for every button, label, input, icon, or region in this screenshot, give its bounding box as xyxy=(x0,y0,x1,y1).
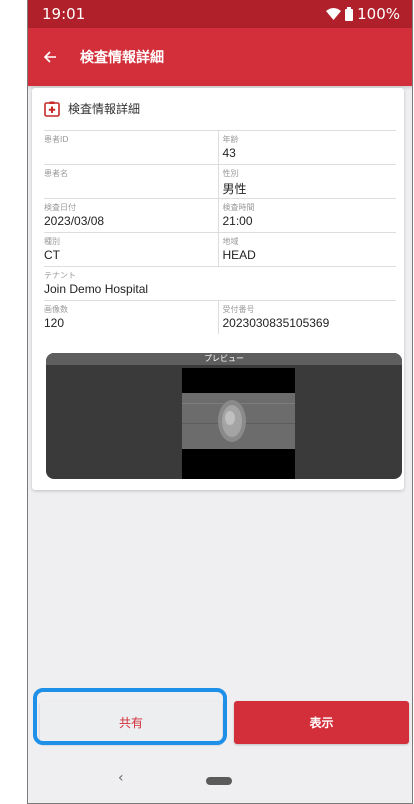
info-row: 画像数 120 受付番号 2023030835105369 xyxy=(44,300,396,334)
field-value: 2023/03/08 xyxy=(44,214,105,228)
field-label: 画像数 xyxy=(44,305,68,314)
field-value: 21:00 xyxy=(222,214,253,228)
field-label: テナント xyxy=(44,271,76,280)
preview-label: プレビュー xyxy=(46,353,402,365)
field-value: 2023030835105369 xyxy=(222,316,330,330)
status-bar: 19:01 100% xyxy=(28,0,412,28)
patient-name-cell: 患者名 xyxy=(44,165,218,198)
share-button-label: 共有 xyxy=(118,716,143,730)
nav-back-button[interactable]: ‹ xyxy=(118,770,124,786)
view-button[interactable]: 表示 xyxy=(234,701,409,744)
battery-icon xyxy=(345,7,354,21)
medical-kit-icon xyxy=(44,101,60,117)
field-value: 43 xyxy=(222,146,236,160)
share-button[interactable]: 共有 xyxy=(40,701,222,744)
system-nav-bar: ‹ xyxy=(28,758,412,803)
status-time: 19:01 xyxy=(42,5,86,23)
phone-frame: 19:01 100% 検査情報詳細 検査情報詳細 患者ID 年齢 43 患者名 … xyxy=(27,0,413,804)
field-label: 地域 xyxy=(222,237,239,246)
age-cell: 年齢 43 xyxy=(217,131,397,164)
field-label: 年齢 xyxy=(222,135,239,144)
back-button[interactable] xyxy=(36,43,64,71)
status-icons: 100% xyxy=(326,5,400,23)
head-scan-image xyxy=(182,393,295,449)
field-value: 120 xyxy=(44,316,65,330)
field-label: 受付番号 xyxy=(222,305,255,314)
tenant-cell: テナント Join Demo Hospital xyxy=(44,267,396,300)
field-label: 検査日付 xyxy=(44,203,76,212)
page-title: 検査情報詳細 xyxy=(80,50,164,66)
card-header: 検査情報詳細 xyxy=(44,100,140,117)
ct-scan-thumbnail xyxy=(182,368,295,479)
nav-home-pill[interactable] xyxy=(206,777,232,785)
scan-area xyxy=(182,393,295,449)
field-value: HEAD xyxy=(222,248,256,262)
modality-cell: 種別 CT xyxy=(44,233,218,266)
exam-date-cell: 検査日付 2023/03/08 xyxy=(44,199,218,232)
accession-number-cell: 受付番号 2023030835105369 xyxy=(217,301,397,334)
region-cell: 地域 HEAD xyxy=(217,233,397,266)
info-row: 患者名 性別 男性 xyxy=(44,164,396,198)
image-count-cell: 画像数 120 xyxy=(44,301,218,334)
card-title: 検査情報詳細 xyxy=(68,102,141,116)
app-bar: 検査情報詳細 xyxy=(28,28,412,86)
sex-cell: 性別 男性 xyxy=(217,165,397,198)
arrow-left-icon xyxy=(43,51,56,63)
field-label: 患者ID xyxy=(44,135,69,144)
patient-id-cell: 患者ID xyxy=(44,131,218,164)
image-preview[interactable]: プレビュー xyxy=(46,353,402,479)
info-row: 検査日付 2023/03/08 検査時間 21:00 xyxy=(44,198,396,232)
field-value: 男性 xyxy=(222,182,247,196)
info-row: 種別 CT 地域 HEAD xyxy=(44,232,396,266)
exam-detail-card: 検査情報詳細 患者ID 年齢 43 患者名 性別 男性 検査日付 2023/03… xyxy=(32,88,404,490)
info-row: テナント Join Demo Hospital xyxy=(44,266,396,300)
info-row: 患者ID 年齢 43 xyxy=(44,130,396,164)
field-value: CT xyxy=(44,248,60,262)
field-value: Join Demo Hospital xyxy=(44,282,149,296)
exam-info-grid: 患者ID 年齢 43 患者名 性別 男性 検査日付 2023/03/08 検査時… xyxy=(44,130,396,334)
view-button-label: 表示 xyxy=(309,716,334,730)
field-label: 患者名 xyxy=(44,169,68,178)
wifi-icon xyxy=(326,8,342,20)
battery-percent: 100% xyxy=(357,5,400,23)
field-label: 種別 xyxy=(44,237,60,246)
exam-time-cell: 検査時間 21:00 xyxy=(217,199,397,232)
field-label: 性別 xyxy=(222,169,239,178)
field-label: 検査時間 xyxy=(222,203,255,212)
